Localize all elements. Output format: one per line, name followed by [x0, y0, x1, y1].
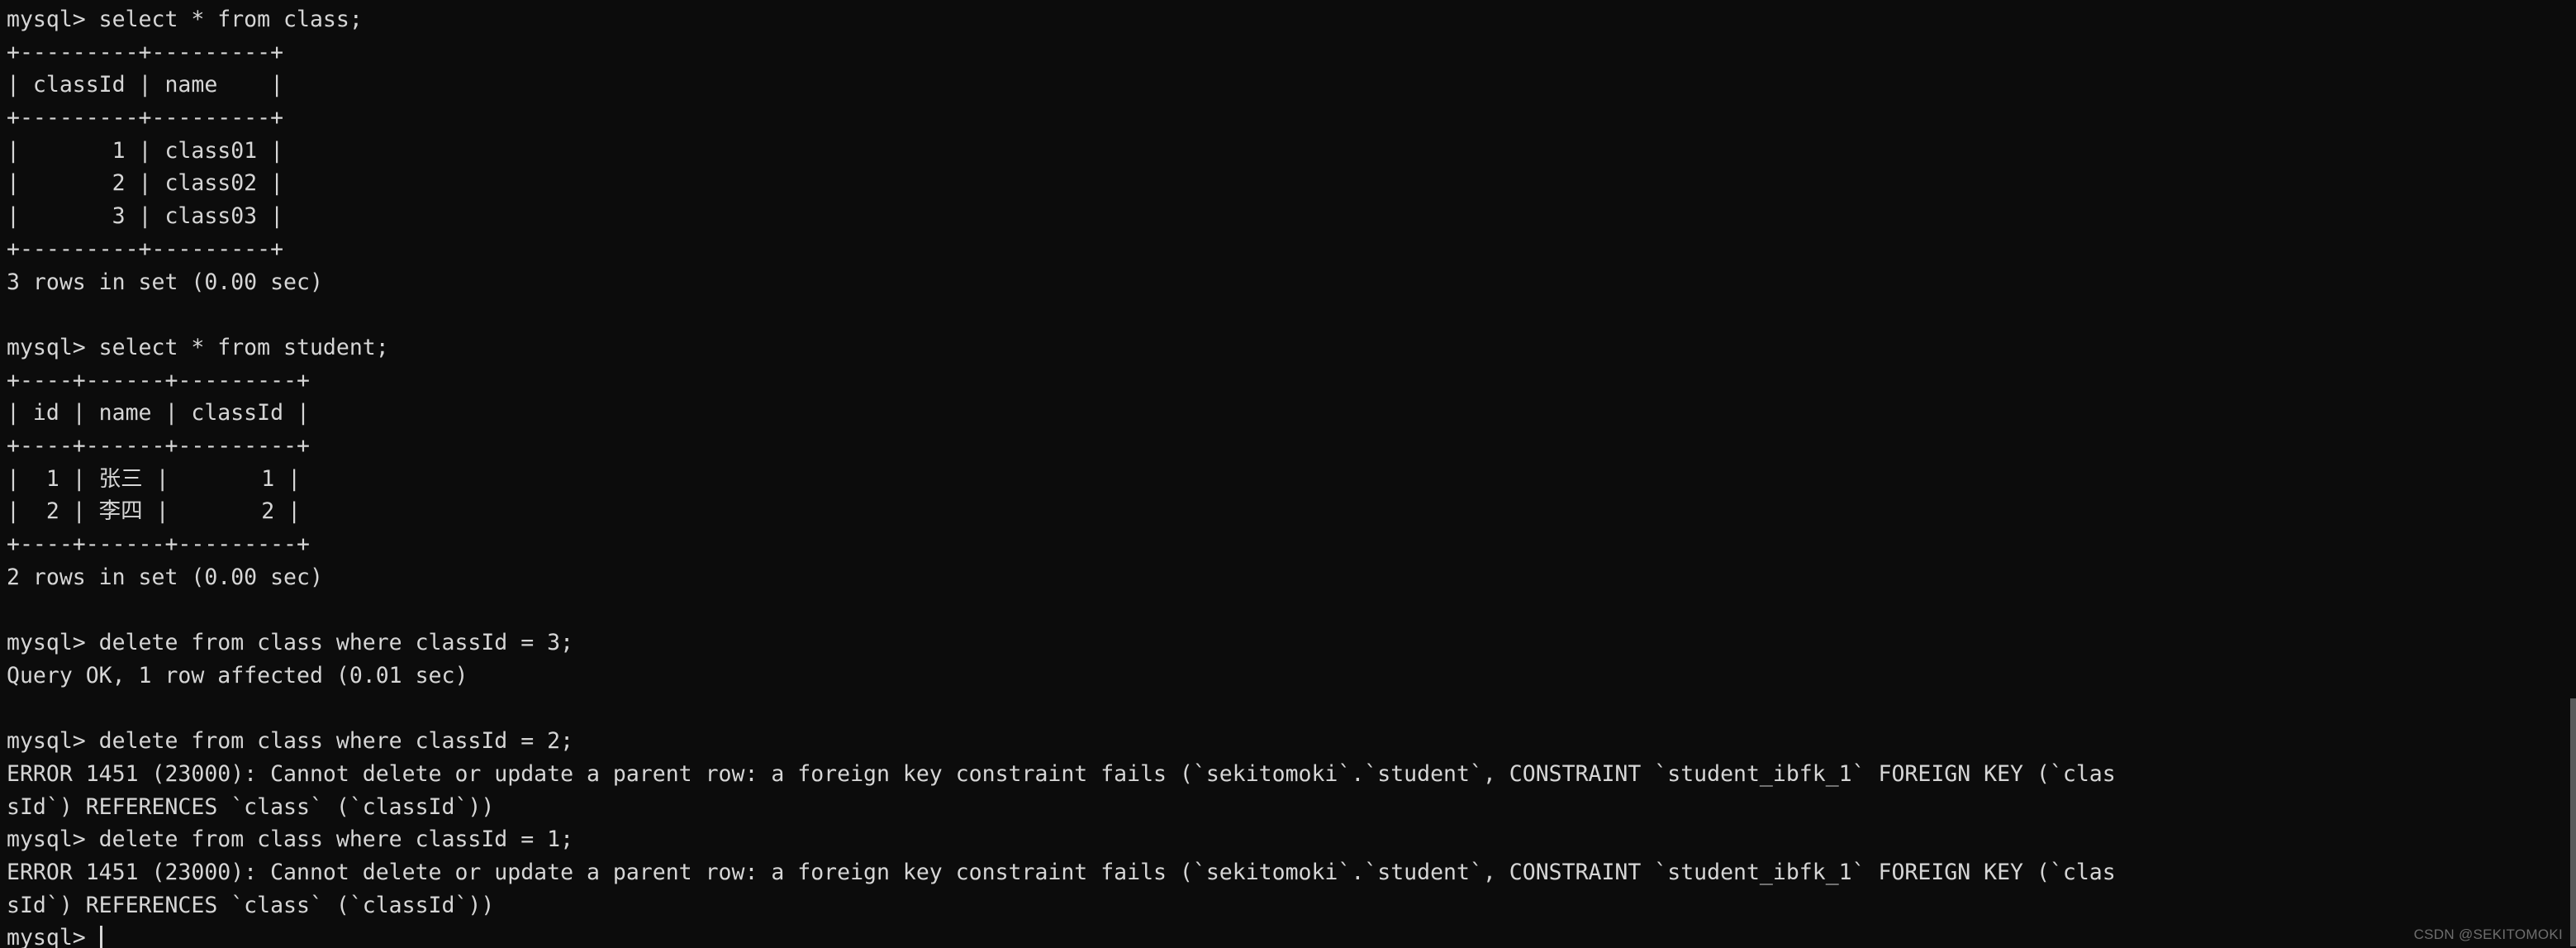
terminal-line: +----+------+---------+ — [7, 367, 310, 393]
terminal-line: mysql> select * from class; — [7, 7, 363, 32]
terminal-line: +---------+---------+ — [7, 236, 284, 262]
terminal-line: 2 rows in set (0.00 sec) — [7, 564, 323, 590]
terminal-line: | 1 | class01 | — [7, 137, 284, 164]
terminal-line: | 1 | 张三 | 1 | — [7, 465, 302, 492]
terminal-line: +----+------+---------+ — [7, 432, 310, 459]
vertical-scrollbar-track[interactable] — [2570, 0, 2576, 948]
terminal-line: | 3 | class03 | — [7, 203, 284, 230]
terminal-line: +---------+---------+ — [7, 105, 284, 131]
terminal-line: | 2 | 李四 | 2 | — [7, 498, 302, 525]
terminal-line: +----+------+---------+ — [7, 531, 310, 557]
terminal-output-area[interactable]: mysql> select * from class; +---------+--… — [0, 0, 2576, 948]
terminal-line: mysql> delete from class where classId =… — [7, 728, 574, 755]
terminal-line: ERROR 1451 (23000): Cannot delete or upd… — [7, 859, 2116, 885]
terminal-line: mysql> delete from class where classId =… — [7, 827, 574, 853]
terminal-line: sId`) REFERENCES `class` (`classId`)) — [7, 892, 495, 918]
terminal-line: +---------+---------+ — [7, 39, 284, 65]
terminal-line: 3 rows in set (0.00 sec) — [7, 269, 323, 295]
terminal-line: | 2 | class02 | — [7, 170, 284, 197]
watermark-label: CSDN @SEKITOMOKI — [2413, 927, 2563, 942]
terminal-line: | id | name | classId | — [7, 400, 310, 426]
terminal-line: mysql> select * from student; — [7, 334, 389, 360]
vertical-scrollbar-thumb[interactable] — [2570, 698, 2576, 946]
text-cursor — [99, 926, 102, 948]
terminal-line: ERROR 1451 (23000): Cannot delete or upd… — [7, 760, 2116, 787]
terminal-line: | classId | name | — [7, 72, 284, 98]
terminal-line: sId`) REFERENCES `class` (`classId`)) — [7, 793, 495, 820]
terminal-prompt-line[interactable]: mysql> — [7, 922, 2576, 948]
prompt-text: mysql> — [7, 925, 99, 948]
terminal-line: mysql> delete from class where classId =… — [7, 630, 574, 656]
terminal-line: Query OK, 1 row affected (0.01 sec) — [7, 662, 468, 688]
